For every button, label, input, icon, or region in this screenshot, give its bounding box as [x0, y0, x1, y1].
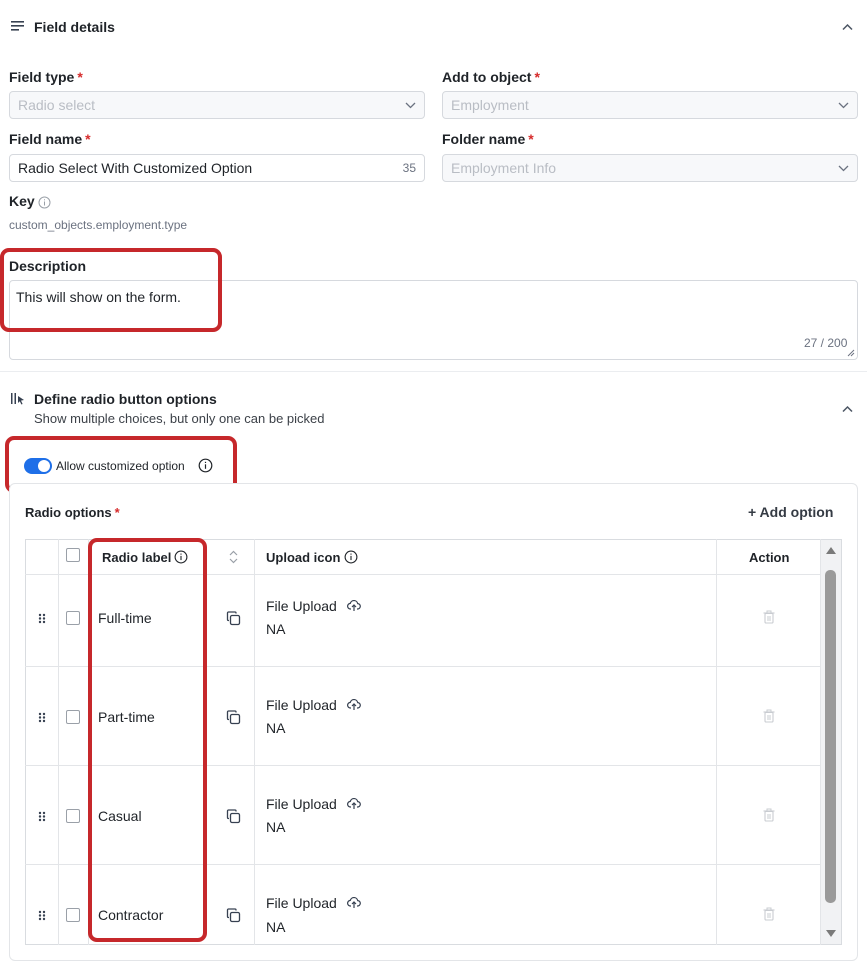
drag-handle-icon[interactable] [38, 910, 46, 921]
scrollbar-thumb[interactable] [825, 570, 836, 903]
field-name-input[interactable]: Radio Select With Customized Option 35 [9, 154, 425, 182]
annotation-box-description [0, 248, 222, 332]
chevron-down-icon [405, 102, 416, 109]
drag-handle-icon[interactable] [38, 811, 46, 822]
copy-icon[interactable] [226, 908, 241, 923]
chevron-up-icon[interactable] [842, 23, 853, 31]
cloud-upload-icon[interactable] [347, 699, 361, 711]
field-name-label: Field name * [9, 131, 91, 147]
icon-value: NA [266, 819, 286, 835]
add-option-button[interactable]: + Add option [748, 504, 833, 520]
field-details-title: Field details [34, 19, 115, 35]
cloud-upload-icon[interactable] [347, 600, 361, 612]
folder-name-select[interactable]: Employment Info [442, 154, 858, 182]
field-name-counter: 35 [402, 161, 416, 175]
select-all-checkbox[interactable] [66, 548, 80, 562]
chevron-up-icon[interactable] [842, 405, 853, 413]
annotation-box-radio-labels [88, 538, 207, 942]
action-header: Action [749, 550, 790, 565]
row-checkbox[interactable] [66, 908, 80, 922]
upload-icon-header: Upload icon [266, 550, 341, 565]
field-type-label: Field type * [9, 69, 83, 85]
file-upload-link[interactable]: File Upload [266, 697, 337, 713]
icon-value: NA [266, 720, 286, 736]
folder-name-label: Folder name * [442, 131, 534, 147]
drag-handle-icon[interactable] [38, 613, 46, 624]
icon-value: NA [266, 919, 286, 935]
sort-icon[interactable] [229, 550, 238, 564]
section-divider [0, 371, 867, 372]
drag-handle-icon[interactable] [38, 712, 46, 723]
add-to-object-select[interactable]: Employment [442, 91, 858, 119]
chevron-down-icon [838, 165, 849, 172]
file-upload-link[interactable]: File Upload [266, 895, 337, 911]
trash-icon[interactable] [763, 709, 775, 723]
radio-section-subtitle: Show multiple choices, but only one can … [34, 411, 325, 426]
cloud-upload-icon[interactable] [347, 897, 361, 909]
file-upload-link[interactable]: File Upload [266, 796, 337, 812]
file-upload-link[interactable]: File Upload [266, 598, 337, 614]
row-checkbox[interactable] [66, 611, 80, 625]
info-icon[interactable] [38, 196, 51, 209]
lines-menu-icon [11, 20, 24, 32]
resize-handle-icon[interactable] [847, 349, 855, 357]
key-value: custom_objects.employment.type [9, 218, 188, 232]
row-checkbox[interactable] [66, 809, 80, 823]
row-checkbox[interactable] [66, 710, 80, 724]
info-icon[interactable] [344, 550, 358, 564]
scroll-up-arrow-icon[interactable] [825, 546, 837, 555]
copy-icon[interactable] [226, 611, 241, 626]
field-type-select[interactable]: Radio select [9, 91, 425, 119]
trash-icon[interactable] [763, 808, 775, 822]
chevron-down-icon [838, 102, 849, 109]
radio-options-icon [11, 392, 26, 405]
cloud-upload-icon[interactable] [347, 798, 361, 810]
radio-section-title: Define radio button options [34, 391, 217, 407]
trash-icon[interactable] [763, 907, 775, 921]
copy-icon[interactable] [226, 710, 241, 725]
add-to-object-label: Add to object * [442, 69, 540, 85]
scroll-down-arrow-icon[interactable] [825, 929, 837, 938]
trash-icon[interactable] [763, 610, 775, 624]
radio-options-label: Radio options * [25, 505, 120, 520]
description-counter: 27 / 200 [804, 336, 848, 350]
key-label: Key [9, 193, 35, 209]
icon-value: NA [266, 621, 286, 637]
copy-icon[interactable] [226, 809, 241, 824]
